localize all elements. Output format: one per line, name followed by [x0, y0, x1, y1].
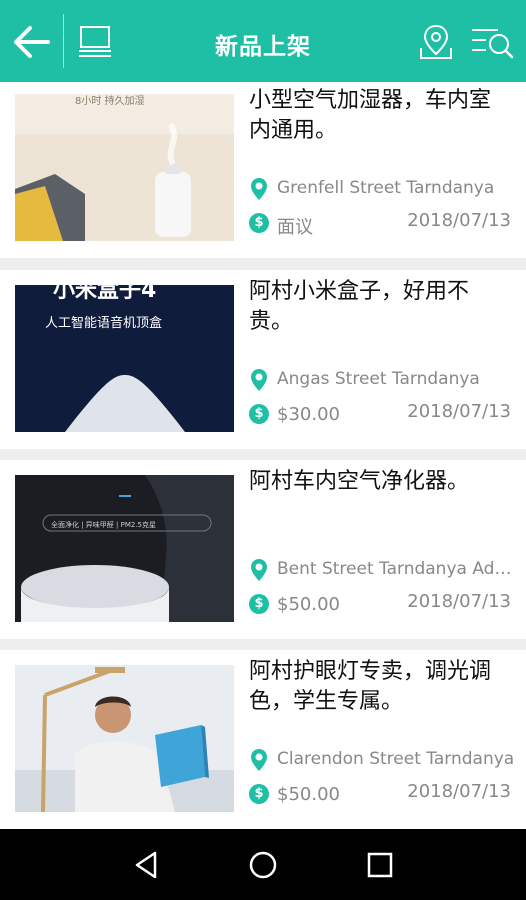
price-text: 面议 [277, 217, 313, 238]
location-pin-icon [251, 369, 267, 391]
post-date: 2018/07/13 [407, 401, 511, 422]
nav-recents-icon[interactable] [362, 847, 398, 883]
product-location: Grenfell Street Tarndanya [249, 175, 517, 203]
product-title[interactable]: 阿村小米盒子，好用不贵。 [249, 277, 511, 337]
price-text: $30.00 [277, 404, 340, 425]
product-image-tv-box: 小米盒子4 人工智能语音机顶盒 [15, 285, 234, 432]
product-image-air-purifier: 全面净化 | 异味甲醛 | PM2.5克星 [15, 475, 234, 622]
product-title[interactable]: 阿村车内空气净化器。 [249, 467, 511, 497]
tv-box-image-subtitle: 人工智能语音机顶盒 [45, 315, 162, 331]
price-text: $50.00 [277, 784, 340, 805]
purifier-image-caption: 全面净化 | 异味甲醛 | PM2.5克星 [51, 520, 156, 529]
map-pin-icon[interactable] [416, 22, 456, 62]
location-text: Grenfell Street Tarndanya [277, 178, 495, 198]
location-pin-icon [251, 559, 267, 581]
product-card[interactable]: 全面净化 | 异味甲醛 | PM2.5克星 阿村车内空气净化器。 Bent St… [0, 460, 526, 639]
nav-home-icon[interactable] [245, 847, 281, 883]
product-location: Angas Street Tarndanya [249, 366, 517, 394]
product-card[interactable]: 小米盒子4 人工智能语音机顶盒 阿村小米盒子，好用不贵。 Angas Stree… [0, 270, 526, 449]
filter-search-icon[interactable] [468, 22, 516, 62]
product-card[interactable]: 阿村护眼灯专卖，调光调色，学生专属。 Clarendon Street Tarn… [0, 650, 526, 829]
product-card[interactable]: 8小时 持久加湿 小型空气加湿器，车内室内通用。 Grenfell Street… [0, 82, 526, 258]
post-date: 2018/07/13 [407, 781, 511, 802]
humidifier-image-caption: 8小时 持久加湿 [75, 94, 145, 107]
price-coin-icon: $ [249, 594, 269, 614]
price-text: $50.00 [277, 594, 340, 615]
location-text: Clarendon Street Tarndanya [277, 749, 515, 769]
location-pin-icon [251, 178, 267, 200]
location-text: Angas Street Tarndanya [277, 369, 480, 389]
tv-box-image-title: 小米盒子4 [53, 285, 156, 303]
product-location: Clarendon Street Tarndanya [249, 746, 517, 774]
nav-back-icon[interactable] [129, 847, 165, 883]
product-image-desk-lamp [15, 665, 234, 812]
price-coin-icon: $ [249, 404, 269, 424]
post-date: 2018/07/13 [407, 591, 511, 612]
product-image-humidifier: 8小时 持久加湿 [15, 94, 234, 241]
product-list[interactable]: 8小时 持久加湿 小型空气加湿器，车内室内通用。 Grenfell Street… [0, 82, 526, 829]
system-nav-bar [0, 829, 526, 900]
product-title[interactable]: 小型空气加湿器，车内室内通用。 [249, 86, 511, 146]
app-bar: 新品上架 [0, 0, 526, 82]
location-pin-icon [251, 749, 267, 771]
price-coin-icon: $ [249, 784, 269, 804]
post-date: 2018/07/13 [407, 210, 511, 231]
product-location: Bent Street Tarndanya Adelaide [249, 556, 517, 584]
location-text: Bent Street Tarndanya Adelaide [277, 559, 517, 579]
product-title[interactable]: 阿村护眼灯专卖，调光调色，学生专属。 [249, 657, 511, 717]
price-coin-icon: $ [249, 213, 269, 233]
